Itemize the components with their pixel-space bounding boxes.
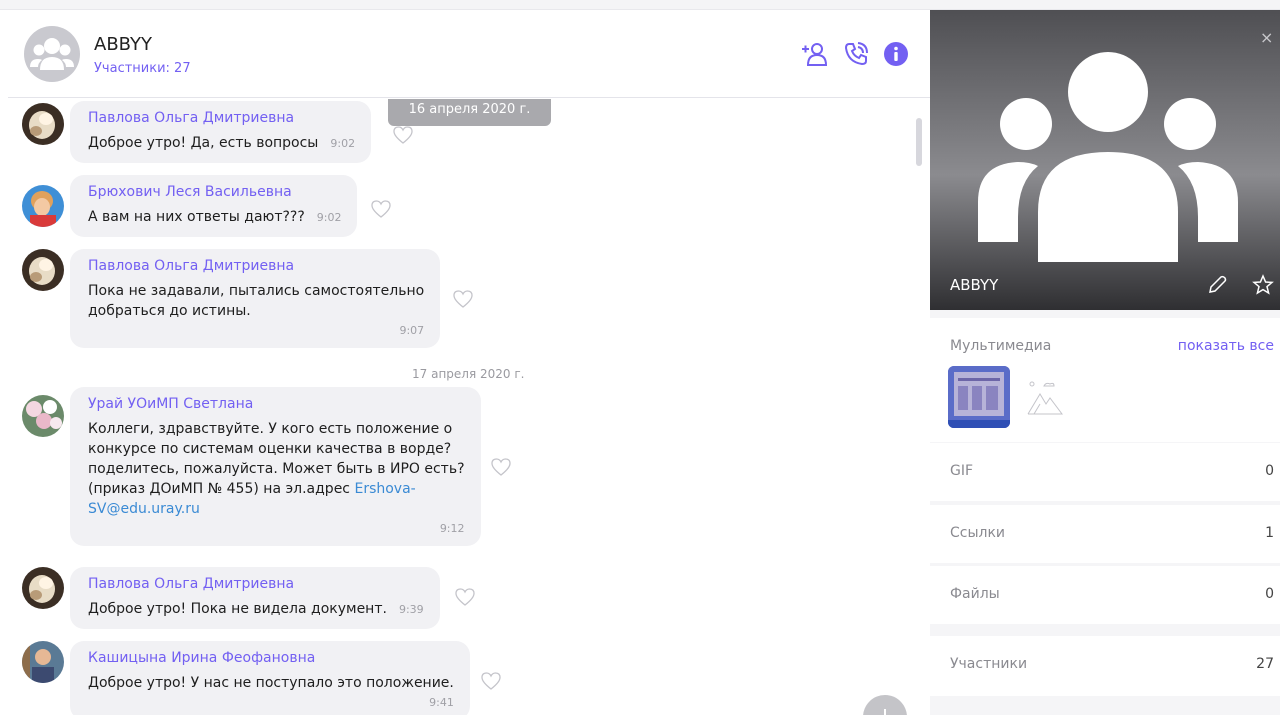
message-bubble[interactable]: Кашицына Ирина Феофановна Доброе утро! У… bbox=[70, 641, 470, 715]
message-author[interactable]: Павлова Ольга Дмитриевна bbox=[88, 108, 355, 128]
message-item: Павлова Ольга Дмитриевна Пока не задавал… bbox=[8, 249, 930, 353]
files-count: 0 bbox=[1265, 586, 1274, 602]
message-text: Доброе утро! Пока не видела документ. 9:3… bbox=[88, 599, 424, 620]
links-label: Ссылки bbox=[950, 525, 1006, 541]
message-line: (приказ ДОиМП № 455) на эл.адрес Ershova… bbox=[88, 479, 465, 499]
participants-label: Участники bbox=[950, 656, 1028, 672]
window-top-strip bbox=[0, 0, 1280, 10]
close-panel-icon[interactable]: × bbox=[1260, 28, 1273, 47]
message-author[interactable]: Брюхович Леся Васильевна bbox=[88, 182, 341, 202]
message-author[interactable]: Павлова Ольга Дмитриевна bbox=[88, 574, 424, 594]
chat-pane: ABBYY Участники: 27 Павлова Ольга Дмитри… bbox=[8, 10, 930, 715]
gif-count: 0 bbox=[1265, 463, 1274, 479]
email-link[interactable]: Ershova- bbox=[354, 481, 415, 497]
show-all-media-link[interactable]: показать все bbox=[1178, 338, 1274, 354]
user-avatar[interactable] bbox=[22, 103, 64, 145]
message-author[interactable]: Кашицына Ирина Феофановна bbox=[88, 648, 454, 668]
message-body: А вам на них ответы дают??? bbox=[88, 209, 305, 225]
like-heart-icon[interactable] bbox=[370, 199, 392, 219]
message-time: 9:02 bbox=[330, 137, 356, 150]
message-line: Коллеги, здравствуйте. У кого есть полож… bbox=[88, 421, 453, 437]
message-line: добраться до истины. bbox=[88, 303, 251, 319]
media-thumbnail[interactable] bbox=[948, 366, 1010, 428]
chat-title[interactable]: ABBYY bbox=[94, 34, 152, 55]
message-author[interactable]: Урай УОиМП Светлана bbox=[88, 394, 465, 414]
participants-count[interactable]: Участники: 27 bbox=[94, 61, 191, 76]
info-icon[interactable] bbox=[882, 40, 910, 68]
user-avatar[interactable] bbox=[22, 185, 64, 227]
like-heart-icon[interactable] bbox=[454, 587, 476, 607]
media-title: Мультимедиа bbox=[950, 338, 1052, 354]
group-avatar[interactable] bbox=[24, 26, 80, 82]
favorite-star-icon[interactable] bbox=[1252, 274, 1274, 296]
links-count: 1 bbox=[1265, 525, 1274, 541]
panel-group-title: ABBYY bbox=[950, 276, 999, 294]
participants-total: 27 bbox=[1256, 656, 1274, 672]
date-separator-pill: 16 апреля 2020 г. bbox=[388, 99, 551, 126]
message-bubble[interactable]: Брюхович Леся Васильевна А вам на них от… bbox=[70, 175, 358, 237]
message-body: Доброе утро! Пока не видела документ. bbox=[88, 601, 387, 617]
message-body: (приказ ДОиМП № 455) на эл.адрес bbox=[88, 481, 355, 497]
like-heart-icon[interactable] bbox=[392, 125, 414, 145]
group-cover: × ABBYY bbox=[930, 10, 1280, 310]
user-avatar[interactable] bbox=[22, 641, 64, 683]
user-avatar[interactable] bbox=[22, 567, 64, 609]
message-list[interactable]: Павлова Ольга Дмитриевна Доброе утро! Да… bbox=[8, 99, 930, 715]
message-line: SV@edu.uray.ru bbox=[88, 499, 465, 519]
call-icon[interactable] bbox=[842, 40, 870, 68]
message-item: Павлова Ольга Дмитриевна Доброе утро! По… bbox=[8, 567, 930, 633]
user-avatar[interactable] bbox=[22, 395, 64, 437]
message-bubble[interactable]: Павлова Ольга Дмитриевна Доброе утро! Да… bbox=[70, 101, 372, 163]
message-line: Пока не задавали, пытались самостоятельн… bbox=[88, 283, 425, 299]
like-heart-icon[interactable] bbox=[490, 457, 512, 477]
gif-label: GIF bbox=[950, 463, 974, 479]
message-time: 9:02 bbox=[316, 211, 342, 224]
message-bubble[interactable]: Павлова Ольга Дмитриевна Пока не задавал… bbox=[70, 249, 441, 348]
message-time: 9:12 bbox=[439, 522, 465, 535]
image-placeholder-icon bbox=[1027, 381, 1063, 415]
like-heart-icon[interactable] bbox=[480, 671, 502, 691]
gif-row[interactable]: GIF 0 bbox=[930, 443, 1280, 501]
message-bubble[interactable]: Павлова Ольга Дмитриевна Доброе утро! По… bbox=[70, 567, 440, 629]
add-participant-icon[interactable] bbox=[800, 40, 828, 68]
participants-row[interactable]: Участники 27 bbox=[930, 636, 1280, 696]
message-scrollbar[interactable] bbox=[916, 118, 922, 166]
message-item: Урай УОиМП Светлана Коллеги, здравствуйт… bbox=[8, 387, 930, 555]
like-heart-icon[interactable] bbox=[452, 289, 474, 309]
chat-header: ABBYY Участники: 27 bbox=[8, 10, 930, 98]
message-bubble[interactable]: Урай УОиМП Светлана Коллеги, здравствуйт… bbox=[70, 387, 481, 546]
message-line: поделитесь, пожалуйста. Может быть в ИРО… bbox=[88, 461, 465, 477]
files-label: Файлы bbox=[950, 586, 1000, 602]
message-body: Доброе утро! Да, есть вопросы bbox=[88, 135, 319, 151]
message-item: Кашицына Ирина Феофановна Доброе утро! У… bbox=[8, 641, 930, 715]
message-time: 9:41 bbox=[429, 696, 454, 709]
message-text: Доброе утро! Да, есть вопросы 9:02 bbox=[88, 133, 355, 154]
date-separator-label: 17 апреля 2020 г. bbox=[412, 367, 525, 381]
chat-info-panel: × ABBYY Мультимедиа показать все GIF 0 С… bbox=[930, 10, 1280, 715]
media-section: Мультимедиа показать все bbox=[930, 318, 1280, 442]
edit-pencil-icon[interactable] bbox=[1206, 274, 1228, 296]
group-cover-image bbox=[978, 52, 1238, 262]
message-line: конкурсе по системам оценки качества в в… bbox=[88, 441, 452, 457]
links-row[interactable]: Ссылки 1 bbox=[930, 505, 1280, 563]
files-row[interactable]: Файлы 0 bbox=[930, 566, 1280, 624]
message-time: 9:07 bbox=[399, 324, 425, 337]
message-time: 9:39 bbox=[398, 603, 424, 616]
message-author[interactable]: Павлова Ольга Дмитриевна bbox=[88, 256, 424, 276]
message-text: А вам на них ответы дают??? 9:02 bbox=[88, 207, 341, 228]
email-link[interactable]: SV@edu.uray.ru bbox=[88, 501, 200, 517]
user-avatar[interactable] bbox=[22, 249, 64, 291]
message-item: Брюхович Леся Васильевна А вам на них от… bbox=[8, 175, 930, 245]
message-text: Доброе утро! У нас не поступало это поло… bbox=[88, 675, 454, 691]
